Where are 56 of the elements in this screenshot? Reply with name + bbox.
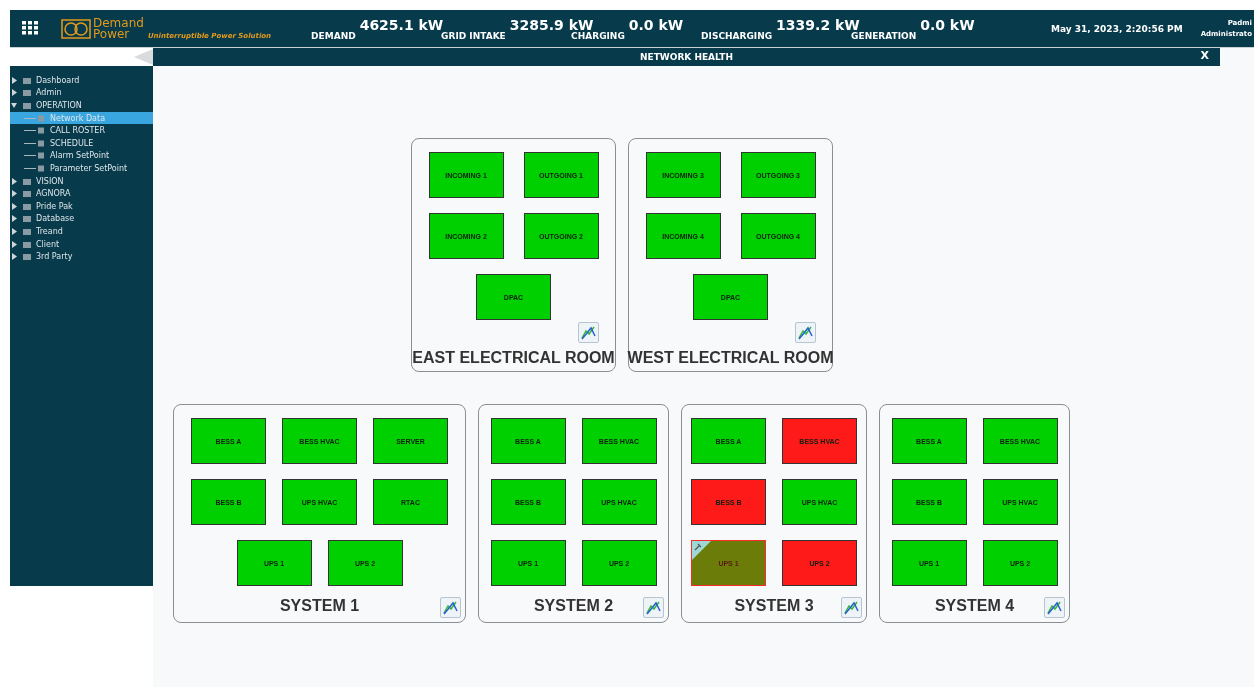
tree-item[interactable]: Dashboard (10, 74, 153, 87)
panel-title: SYSTEM 2 (533, 597, 614, 615)
panel-title: SYSTEM 1 (279, 597, 360, 615)
trend-chart-button[interactable] (841, 597, 862, 618)
page-title: NETWORK HEALTH (640, 52, 733, 62)
metric-label: DEMAND (311, 30, 356, 41)
close-button[interactable]: X (1197, 49, 1212, 62)
tree-leaf-icon (24, 126, 46, 136)
collapsed-folder-icon (10, 252, 32, 262)
collapsed-folder-icon (10, 201, 32, 211)
tree-item[interactable]: CALL ROSTER (10, 124, 153, 137)
collapsed-folder-icon (10, 239, 32, 249)
app-grid-icon[interactable] (22, 21, 39, 36)
collapsed-folder-icon (10, 189, 32, 199)
tree-leaf-icon (24, 163, 46, 173)
tree-item[interactable]: Alarm SetPoint (10, 149, 153, 163)
trend-chart-button[interactable] (1044, 597, 1065, 618)
trend-chart-button[interactable] (643, 597, 664, 618)
tree-item[interactable]: OPERATION (10, 99, 153, 112)
metric-value: 4625.1 kW (359, 16, 444, 33)
panel-title: SYSTEM 4 (934, 597, 1015, 615)
tree-item[interactable]: Database (10, 212, 153, 226)
tree-leaf-icon (24, 138, 46, 148)
metric-value: 0.0 kW (920, 16, 975, 33)
tree-item[interactable]: Client (10, 237, 153, 251)
tree-item[interactable]: SCHEDULE (10, 136, 153, 150)
metric-label: GRID INTAKE (441, 30, 506, 41)
metric-label: DISCHARGING (701, 30, 773, 41)
tree-item[interactable]: Admin (10, 86, 153, 100)
tree-item[interactable]: 3rd Party (10, 250, 153, 263)
metric-value: 0.0 kW (628, 16, 684, 33)
metric-label: GENERATION (851, 30, 917, 41)
panel-title: WEST ELECTRICAL ROOM (627, 349, 834, 367)
tree-item[interactable]: VISION (10, 174, 153, 188)
tree-item[interactable]: AGNORA (10, 187, 153, 200)
panel-title: EAST ELECTRICAL ROOM (412, 349, 615, 367)
panel-title: SYSTEM 3 (734, 597, 814, 615)
collapsed-folder-icon (10, 75, 32, 85)
collapsed-folder-icon (10, 176, 32, 186)
tree-item[interactable]: Parameter SetPoint (10, 162, 153, 175)
date-time: May 31, 2023, 2:20:56 PM (1051, 23, 1183, 34)
trend-chart-button[interactable] (440, 597, 461, 618)
collapsed-folder-icon (10, 226, 32, 236)
tree-leaf-icon (24, 113, 46, 123)
trend-chart-button[interactable] (795, 322, 816, 343)
collapsed-folder-icon (10, 88, 32, 98)
logo: Demand Power (61, 17, 144, 40)
trend-chart-button[interactable] (578, 322, 599, 343)
tree-item[interactable]: Pride Pak (10, 199, 153, 213)
metric-value: 1339.2 kW (776, 16, 860, 33)
tree-leaf-icon (24, 151, 46, 161)
collapsed-folder-icon (10, 214, 32, 224)
metric-label: CHARGING (571, 30, 625, 41)
tree-item[interactable]: Treand (10, 225, 153, 238)
expanded-folder-icon (10, 101, 32, 110)
metric-value: 3285.9 kW (509, 16, 594, 33)
